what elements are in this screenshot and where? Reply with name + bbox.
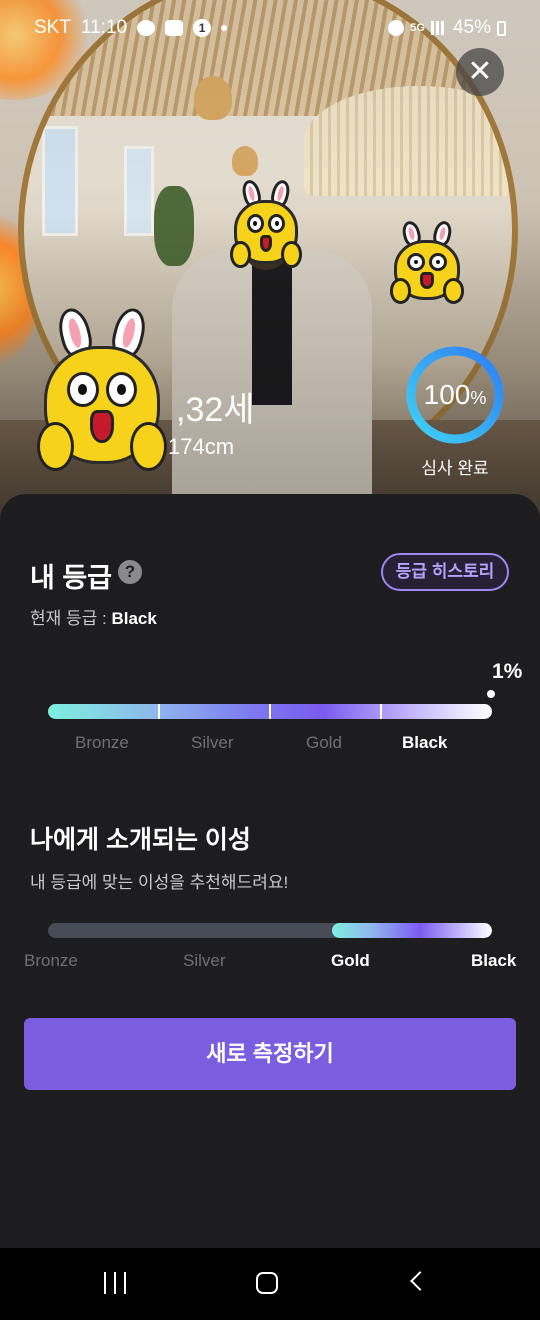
talk-notification-icon	[137, 20, 156, 36]
current-grade-value: Black	[111, 609, 157, 628]
review-percent: 100%	[404, 344, 506, 446]
match-tier-silver: Silver	[183, 951, 226, 970]
grade-title: 내 등급	[30, 563, 113, 593]
signal-icon	[430, 21, 447, 35]
rabbit-sticker	[390, 219, 464, 304]
navigation-bar	[0, 1248, 540, 1320]
percentile-label: 1%	[492, 660, 523, 683]
match-tier-bronze: Bronze	[24, 951, 78, 970]
carrier-label: SKT	[34, 17, 71, 38]
grade-tier-gold: Gold	[306, 733, 342, 752]
battery-percent: 45%	[452, 17, 491, 38]
grade-tier-silver: Silver	[191, 733, 234, 752]
review-percent-number: 100	[423, 379, 471, 410]
status-time: 11:10	[80, 17, 128, 38]
status-bar: SKT 11:10 1 5G 45%	[0, 0, 540, 56]
review-status: 심사 완료	[421, 459, 489, 478]
percentile-marker	[487, 690, 495, 698]
notification-count-icon: 1	[193, 19, 212, 37]
review-progress-ring: 100%	[404, 344, 506, 446]
close-icon: ✕	[467, 55, 493, 88]
battery-icon	[497, 20, 506, 36]
alarm-icon	[388, 20, 405, 36]
profile-height: 174cm	[168, 434, 235, 459]
gallery-notification-icon	[165, 20, 184, 36]
back-icon[interactable]	[410, 1271, 430, 1291]
close-button[interactable]: ✕	[456, 48, 504, 96]
grade-bar-divider	[269, 704, 271, 719]
match-range-fill	[332, 923, 492, 938]
review-percent-unit: %	[470, 388, 487, 408]
question-circle-icon[interactable]: ?	[118, 560, 142, 584]
current-grade-label: 현재 등급 :	[30, 609, 112, 628]
grade-bar	[48, 704, 492, 719]
match-tier-gold: Gold	[331, 951, 370, 970]
profile-age: ,32세	[176, 391, 255, 429]
grade-history-button[interactable]: 등급 히스토리	[381, 553, 509, 591]
grade-tier-black: Black	[402, 733, 448, 752]
recents-icon[interactable]	[104, 1272, 128, 1294]
grade-sheet: 내 등급 ? 등급 히스토리 현재 등급 : Black 1% Bronze S…	[0, 494, 540, 1254]
grade-bar-divider	[380, 704, 382, 719]
rabbit-sticker	[37, 305, 167, 472]
remeasure-button[interactable]: 새로 측정하기	[24, 1018, 516, 1090]
match-title: 나에게 소개되는 이성	[30, 826, 251, 854]
grade-bar-divider	[158, 704, 160, 719]
current-grade: 현재 등급 : Black	[30, 604, 157, 629]
match-range-bar	[48, 923, 492, 938]
match-tier-black: Black	[471, 951, 517, 970]
grade-tier-bronze: Bronze	[75, 733, 129, 752]
home-icon[interactable]	[256, 1272, 278, 1294]
network-type: 5G	[410, 22, 425, 34]
rabbit-sticker	[230, 177, 302, 268]
match-subtitle: 내 등급에 맞는 이성을 추천해드려요!	[30, 873, 289, 892]
more-notifications-icon	[221, 25, 228, 31]
